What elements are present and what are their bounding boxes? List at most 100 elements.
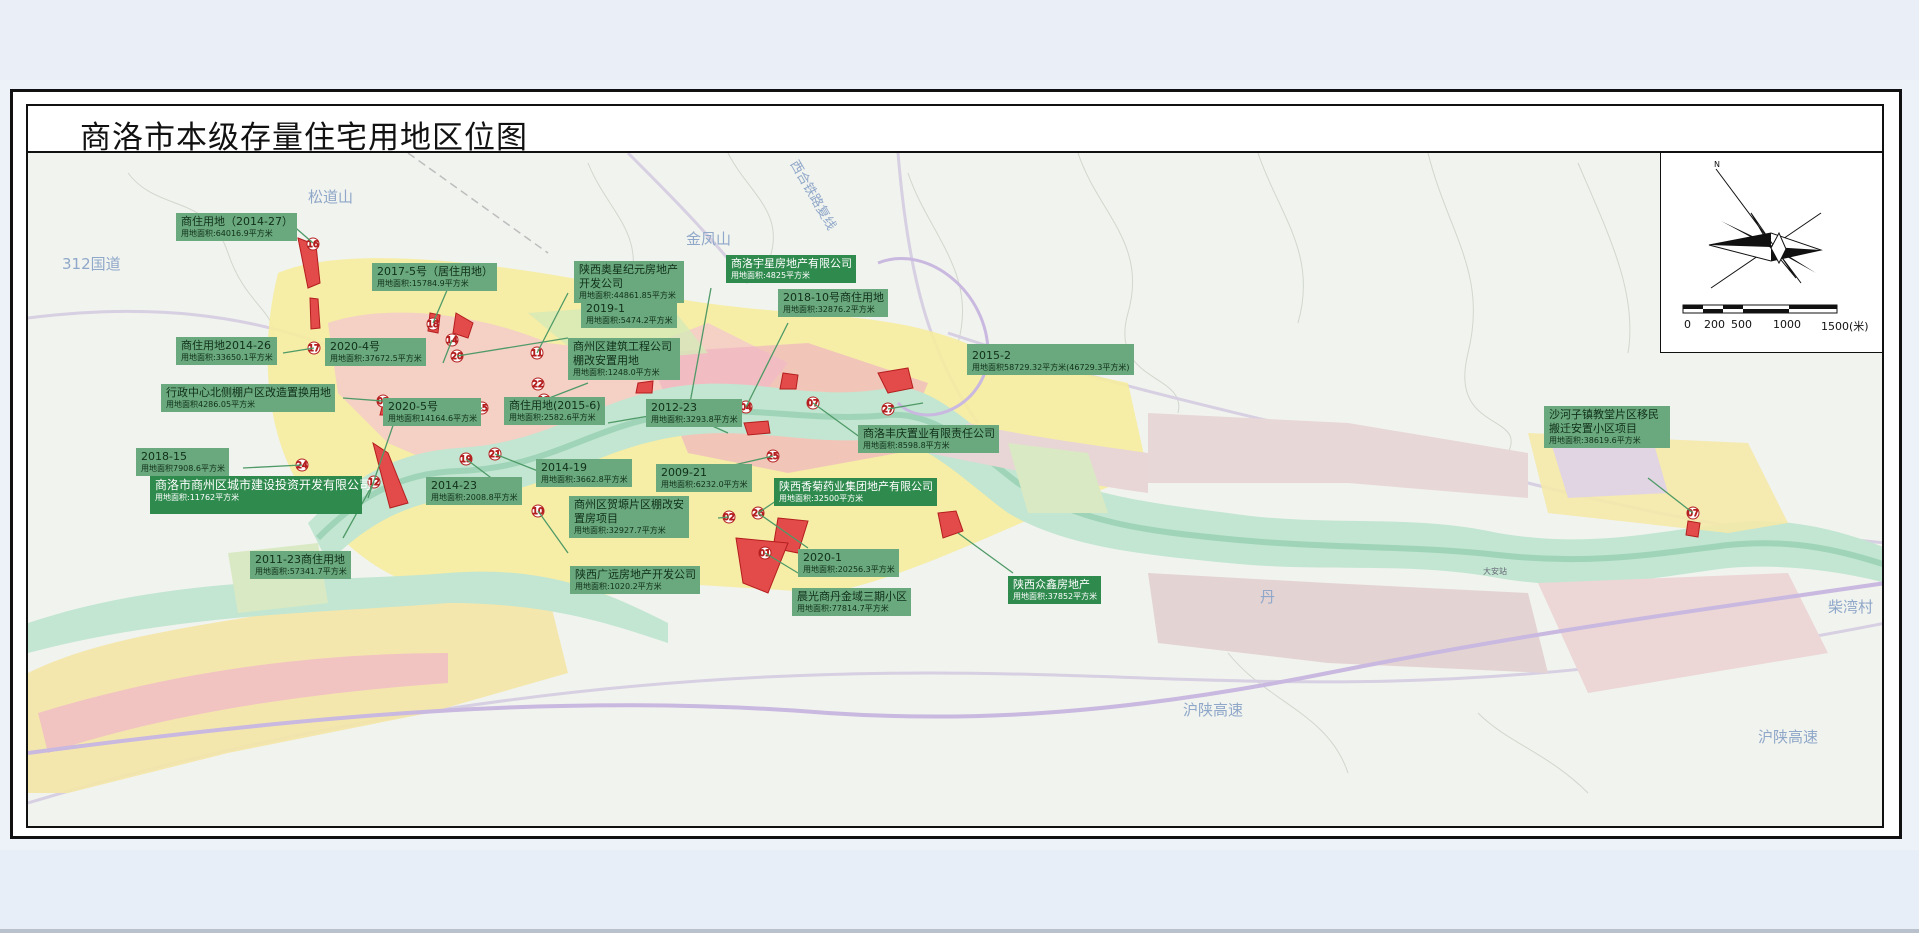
- parcel-title: 陕西广远房地产开发公司: [575, 568, 696, 581]
- svg-text:01: 01: [759, 549, 770, 559]
- parcel-title: 商洛市商州区城市建设投资开发有限公司: [155, 478, 372, 492]
- map-frame: 商洛市本级存量住宅用地区位图 16 18 11 17 14 20 22 15 0…: [26, 104, 1884, 828]
- parcel-label-26[interactable]: 2020-1 用地面积:20256.3平方米: [798, 549, 899, 577]
- parcel-area: 用地面积:8598.8平方米: [863, 440, 950, 450]
- parcel-label-25[interactable]: 2009-21 用地面积:6232.0平方米: [656, 464, 752, 492]
- scale-label-1500: 1500(米): [1821, 320, 1869, 333]
- parcel-title: 2019-1: [586, 302, 625, 315]
- scale-label-0: 0: [1684, 318, 1691, 331]
- parcel-area: 用地面积:6232.0平方米: [661, 479, 748, 489]
- parcel-label-27[interactable]: 2015-2 用地面积58729.32平方米(46729.3平方米): [967, 344, 1134, 375]
- parcel-area: 用地面积:2008.8平方米: [431, 492, 518, 502]
- parcel-area: 用地面积7908.6平方米: [141, 463, 225, 473]
- parcel-label-24[interactable]: 2018-15 用地面积7908.6平方米: [136, 448, 229, 476]
- svg-text:24: 24: [296, 461, 308, 471]
- parcel-title: 2015-2: [972, 349, 1011, 362]
- svg-text:27: 27: [882, 405, 893, 415]
- parcel-label-01[interactable]: 晨光商丹金域三期小区 用地面积:77814.7平方米: [792, 588, 911, 616]
- parcel-label-17[interactable]: 商住用地2014-26 用地面积:33650.1平方米: [176, 337, 277, 365]
- parcel-title: 2009-21: [661, 466, 707, 479]
- parcel-title: 商住用地（2014-27）: [181, 215, 293, 228]
- parcel-title: 商州区建筑工程公司棚改安置用地: [573, 340, 672, 367]
- place-name-expressway-2: 沪陕高速: [1758, 728, 1819, 746]
- parcel-title: 2018-10号商住用地: [783, 291, 884, 304]
- parcel-label-15[interactable]: 2020-5号 用地面积14164.6平方米: [383, 398, 482, 426]
- parcel-title: 2020-1: [803, 551, 842, 564]
- compass-panel: N 0 200 500 1000 1500(米): [1660, 153, 1882, 353]
- parcel-label-21[interactable]: 2014-19 用地面积:3662.8平方米: [536, 459, 632, 487]
- parcel-title: 陕西香菊药业集团地产有限公司: [779, 480, 933, 493]
- place-name-jinfengshan: 金凤山: [686, 230, 732, 248]
- parcel-area: 用地面积:57341.7平方米: [255, 566, 347, 576]
- parcel-title: 沙河子镇教堂片区移民搬迁安置小区项目: [1549, 408, 1659, 435]
- parcel-area: 用地面积:44861.85平方米: [579, 290, 676, 300]
- bottom-background-band: [0, 850, 1919, 933]
- parcel-area: 用地面积:2582.6平方米: [509, 412, 596, 422]
- place-name-songdaoshan: 松道山: [308, 188, 354, 206]
- map-title: 商洛市本级存量住宅用地区位图: [80, 120, 528, 156]
- parcel-title: 商洛宇星房地产有限公司: [731, 257, 852, 270]
- parcel-title: 2020-5号: [388, 400, 438, 413]
- parcel-label-13[interactable]: 商州区建筑工程公司棚改安置用地 用地面积:1248.0平方米: [568, 338, 680, 380]
- parcel-label-11[interactable]: 陕西奥星纪元房地产开发公司 用地面积:44861.85平方米: [574, 261, 684, 303]
- place-name-dan: 丹: [1260, 588, 1276, 606]
- parcel-label-08[interactable]: 陕西众鑫房地产 用地面积:37852平方米: [1008, 576, 1102, 604]
- parcel-label-18[interactable]: 2017-5号（居住用地） 用地面积:15784.9平方米: [372, 263, 497, 291]
- parcel-area: 用地面积:1020.2平方米: [575, 581, 662, 591]
- parcel-label-16[interactable]: 商住用地（2014-27） 用地面积:64016.9平方米: [176, 213, 297, 241]
- parcel-area: 用地面积4286.05平方米: [166, 399, 256, 409]
- parcel-label-14[interactable]: 2019-1 用地面积:5474.2平方米: [581, 300, 677, 328]
- parcel-label-07-east[interactable]: 沙河子镇教堂片区移民搬迁安置小区项目 用地面积:38619.6平方米: [1544, 406, 1670, 448]
- parcel-area: 用地面积58729.32平方米(46729.3平方米): [972, 362, 1130, 372]
- parcel-label-22[interactable]: 商洛宇星房地产有限公司 用地面积:4825平方米: [726, 255, 856, 283]
- parcel-area: 用地面积14164.6平方米: [388, 413, 478, 423]
- parcel-title: 2017-5号（居住用地）: [377, 265, 493, 278]
- parcel-title: 2011-23商住用地: [255, 553, 345, 566]
- parcel-label-10[interactable]: 陕西广远房地产开发公司 用地面积:1020.2平方米: [570, 566, 700, 594]
- parcel-label-02[interactable]: 商州区贺塬片区棚改安置房项目 用地面积:32927.7平方米: [569, 496, 689, 538]
- parcel-area: 用地面积:77814.7平方米: [797, 603, 889, 613]
- parcel-title: 晨光商丹金域三期小区: [797, 590, 907, 603]
- parcel-label-09[interactable]: 陕西香菊药业集团地产有限公司 用地面积:32500平方米: [774, 478, 937, 506]
- parcel-title: 商住用地2014-26: [181, 339, 271, 352]
- place-name-chaiwancun: 柴湾村: [1828, 598, 1874, 616]
- parcel-area: 用地面积:3662.8平方米: [541, 474, 628, 484]
- parcel-area: 用地面积:4825平方米: [731, 270, 811, 280]
- north-label: N: [1714, 160, 1720, 169]
- parcel-area: 用地面积:15784.9平方米: [377, 278, 469, 288]
- parcel-label-20[interactable]: 2020-4号 用地面积:37672.5平方米: [325, 338, 426, 366]
- parcel-label-23[interactable]: 2012-23 用地面积:3293.8平方米: [646, 399, 742, 427]
- svg-text:22: 22: [532, 380, 543, 390]
- parcel-title: 2014-23: [431, 479, 477, 492]
- svg-text:04: 04: [740, 403, 752, 413]
- svg-text:07: 07: [807, 399, 818, 409]
- parcel-label-05[interactable]: 商住用地(2015-6) 用地面积:2582.6平方米: [504, 397, 605, 425]
- parcel-label-12[interactable]: 2011-23商住用地 用地面积:57341.7平方米: [250, 551, 351, 579]
- scale-label-200: 200: [1704, 318, 1725, 331]
- title-bar: 商洛市本级存量住宅用地区位图: [28, 106, 1882, 156]
- top-background-band: [0, 0, 1919, 80]
- scale-label-500: 500: [1731, 318, 1752, 331]
- place-name-station: 大安站: [1483, 567, 1507, 576]
- parcel-area: 用地面积:5474.2平方米: [586, 315, 673, 325]
- svg-text:19: 19: [460, 455, 472, 465]
- scale-label-1000: 1000: [1773, 318, 1801, 331]
- svg-text:11: 11: [531, 349, 542, 359]
- parcel-area: 用地面积:1248.0平方米: [573, 367, 660, 377]
- parcel-area: 用地面积:32927.7平方米: [574, 525, 666, 535]
- parcel-title: 商州区贺塬片区棚改安置房项目: [574, 498, 684, 525]
- parcel-title: 陕西奥星纪元房地产开发公司: [579, 263, 678, 290]
- place-name-expressway-1: 沪陕高速: [1183, 701, 1244, 719]
- parcel-label-19[interactable]: 2014-23 用地面积:2008.8平方米: [426, 477, 522, 505]
- parcel-label-06[interactable]: 商洛市商州区城市建设投资开发有限公司 用地面积:11762平方米: [150, 476, 372, 514]
- parcel-title: 2020-4号: [330, 340, 380, 353]
- parcel-area: 用地面积:32876.2平方米: [783, 304, 875, 314]
- parcel-title: 行政中心北侧棚户区改造置换用地: [166, 386, 331, 399]
- parcel-area: 用地面积:37852平方米: [1013, 591, 1098, 601]
- parcel-label-04[interactable]: 2018-10号商住用地 用地面积:32876.2平方米: [778, 289, 888, 317]
- parcel-label-03[interactable]: 行政中心北侧棚户区改造置换用地 用地面积4286.05平方米: [161, 384, 335, 412]
- parcel-area: 用地面积:64016.9平方米: [181, 228, 273, 238]
- parcel-label-07[interactable]: 商洛丰庆置业有限责任公司 用地面积:8598.8平方米: [858, 425, 999, 453]
- parcel-title: 陕西众鑫房地产: [1013, 578, 1090, 591]
- parcel-area: 用地面积:37672.5平方米: [330, 353, 422, 363]
